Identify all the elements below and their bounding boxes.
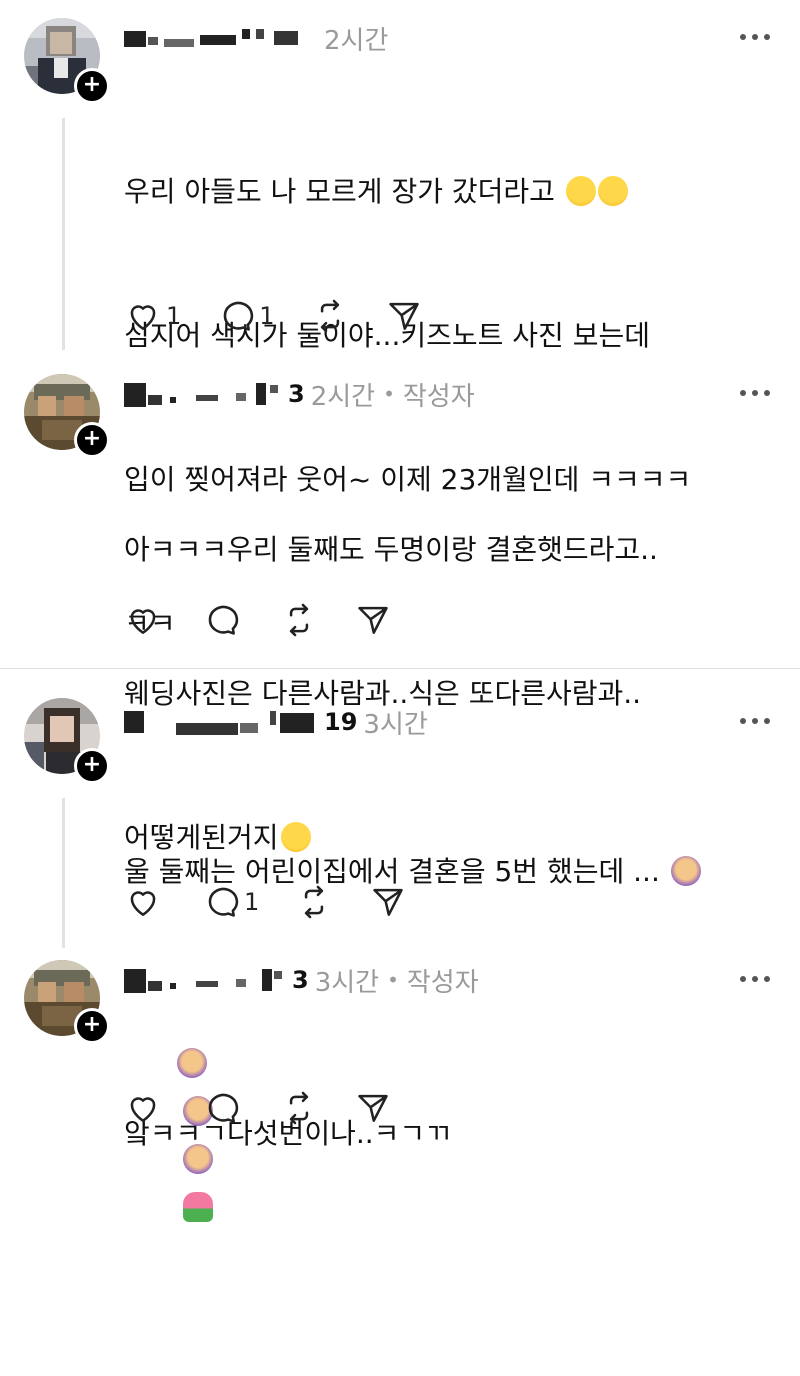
follow-plus-icon[interactable]: +: [74, 68, 110, 104]
rolling-laughing-emoji: [597, 176, 628, 206]
reply-count: 1: [244, 888, 260, 916]
send-paper-plane-icon: [358, 1094, 388, 1122]
more-dots-icon[interactable]: [740, 34, 770, 40]
like-button[interactable]: 1: [124, 297, 181, 335]
share-button[interactable]: [385, 297, 423, 335]
post-header: 3 3시간 • 작성자: [124, 960, 479, 1000]
separator-dot: •: [387, 968, 399, 992]
reply-button[interactable]: [202, 1089, 244, 1127]
like-button[interactable]: [124, 883, 166, 921]
comment-bubble-icon: [208, 1093, 239, 1123]
share-button[interactable]: [369, 883, 407, 921]
separator-dot: •: [383, 382, 395, 406]
username-blurred[interactable]: [124, 709, 320, 735]
repost-arrows-icon: [320, 299, 339, 333]
comment-bubble-icon: [208, 887, 239, 917]
thread-post: + 3 3시간 • 작성자 앜ㅋㅋㄱ다섯번이나..ㅋㄱㄲ: [0, 950, 800, 1150]
post-header: 3 2시간 • 작성자: [124, 374, 475, 414]
post-time: 3시간: [363, 709, 428, 740]
comment-bubble-icon: [224, 301, 254, 331]
thread-line: [62, 118, 65, 350]
post-actions: [124, 600, 428, 640]
follow-plus-icon[interactable]: +: [74, 422, 110, 458]
post-actions: 1 1: [124, 296, 459, 336]
follow-plus-icon[interactable]: +: [74, 748, 110, 784]
username-tail: 3: [288, 380, 305, 408]
post-actions: [124, 1088, 428, 1128]
comment-bubble-icon: [208, 605, 239, 635]
author-tag: 작성자: [402, 381, 475, 412]
username-blurred[interactable]: [124, 381, 284, 407]
username-blurred[interactable]: [124, 967, 288, 993]
thread-post: + 19 3시간 울 둘째는 어린이집에서 결혼을 5번 했는데 ... 1: [0, 680, 800, 1222]
like-count: 1: [166, 302, 182, 330]
heart-icon: [130, 609, 156, 634]
follow-plus-icon[interactable]: +: [74, 1008, 110, 1044]
send-paper-plane-icon: [358, 606, 388, 634]
repost-button[interactable]: [280, 601, 318, 639]
reply-button[interactable]: 1: [217, 297, 275, 335]
post-text: 앜ㅋㅋㄱ다섯번이나..ㅋㄱㄲ: [124, 1014, 770, 1254]
rolling-laughing-emoji: [565, 176, 596, 206]
share-button[interactable]: [354, 1089, 392, 1127]
author-tag: 작성자: [406, 967, 479, 998]
post-time: 2시간: [324, 25, 389, 56]
username-tail: 3: [292, 966, 309, 994]
reply-button[interactable]: [202, 601, 244, 639]
like-button[interactable]: [124, 1089, 166, 1127]
post-time: 2시간: [310, 381, 376, 412]
more-dots-icon[interactable]: [740, 718, 770, 724]
post-text-line: 우리 아들도 나 모르게 장가 갔더라고: [124, 175, 564, 208]
repost-button[interactable]: [295, 883, 333, 921]
repost-arrows-icon: [305, 885, 324, 919]
more-dots-icon[interactable]: [740, 390, 770, 396]
thread-post: + 2시간 우리 아들도 나 모르게 장가 갔더라고 심지어 색시가 둘이야..…: [0, 0, 800, 640]
username-blurred[interactable]: [124, 25, 314, 51]
repost-button[interactable]: [280, 1089, 318, 1127]
heart-icon: [130, 891, 156, 916]
reply-button[interactable]: 1: [202, 883, 259, 921]
facepalm-woman-emoji: [670, 856, 701, 886]
reply-count: 1: [259, 302, 275, 330]
thread-divider: [0, 668, 800, 669]
repost-button[interactable]: [311, 297, 349, 335]
heart-icon: [130, 1097, 156, 1122]
post-text-line: 아ㅋㅋㅋ우리 둘째도 두명이랑 결혼햇드라고..: [124, 533, 658, 566]
username-tail: 19: [324, 708, 358, 736]
send-paper-plane-icon: [373, 888, 404, 916]
heart-icon: [130, 305, 156, 330]
post-header: 19 3시간: [124, 702, 428, 742]
post-header: 2시간: [124, 18, 388, 58]
share-button[interactable]: [354, 601, 392, 639]
thread-post: + 3 2시간 • 작성자 아ㅋㅋㅋ우리 둘째도 두명이랑 결혼햇드라고.. 웨…: [0, 360, 800, 854]
repost-arrows-icon: [289, 603, 309, 637]
repost-arrows-icon: [289, 1091, 309, 1125]
post-actions: 1: [124, 882, 443, 922]
like-button[interactable]: [124, 601, 166, 639]
post-time: 3시간: [314, 967, 380, 998]
send-paper-plane-icon: [388, 302, 419, 330]
more-dots-icon[interactable]: [740, 976, 770, 982]
thread-line: [62, 798, 65, 948]
